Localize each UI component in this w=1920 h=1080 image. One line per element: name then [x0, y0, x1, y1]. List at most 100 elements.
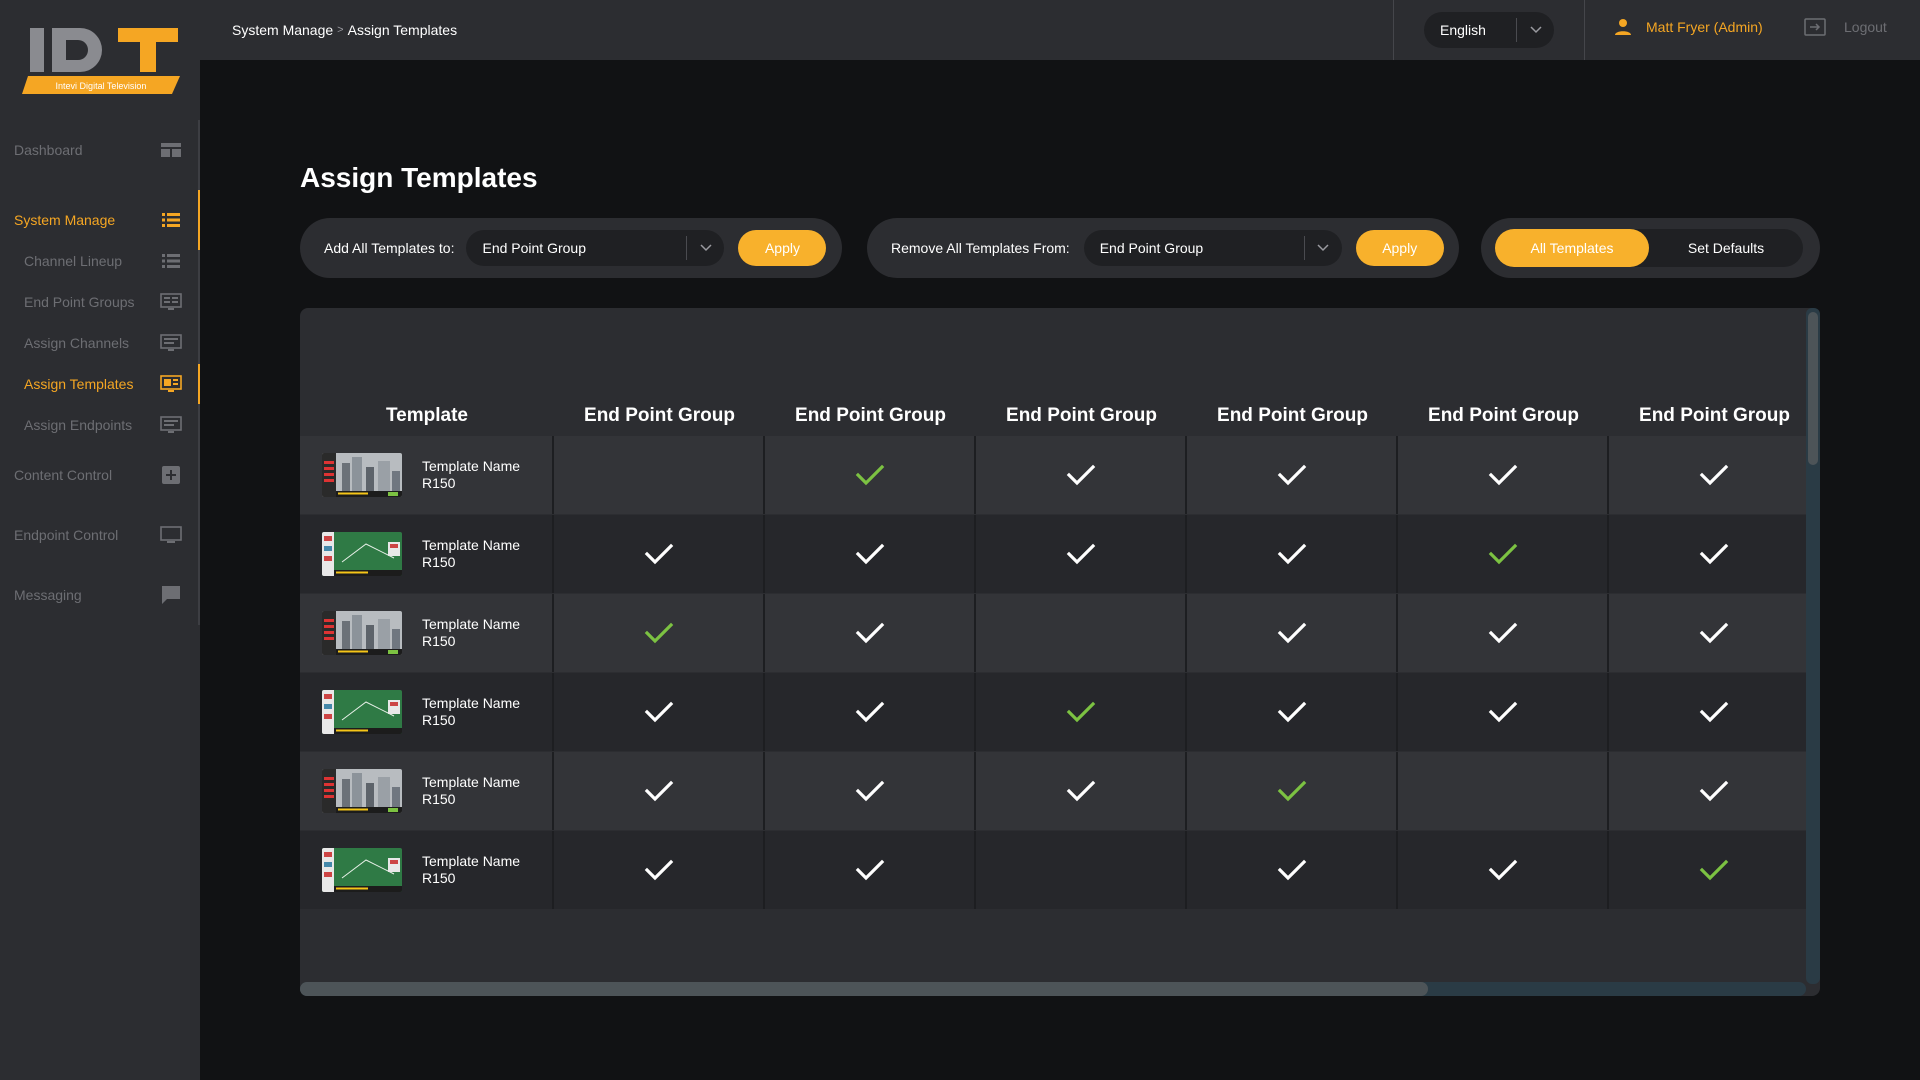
add-apply-button[interactable]: Apply	[738, 230, 827, 266]
check-icon[interactable]	[855, 700, 885, 724]
add-group-select[interactable]: End Point Group	[466, 230, 725, 266]
check-icon[interactable]	[1699, 700, 1729, 724]
table-header: Template End Point Group End Point Group En…	[300, 396, 1820, 436]
assignment-cell[interactable]	[554, 752, 765, 830]
sidebar-item-assign-templates[interactable]: Assign Templates	[0, 364, 200, 404]
assignment-cell[interactable]	[1609, 515, 1820, 593]
check-icon[interactable]	[1699, 542, 1729, 566]
assignment-cell[interactable]	[765, 436, 976, 514]
assignment-cell[interactable]	[554, 831, 765, 909]
assignment-cell[interactable]	[554, 515, 765, 593]
assignment-cell[interactable]	[765, 673, 976, 751]
default-check-icon[interactable]	[1699, 858, 1729, 882]
check-icon[interactable]	[1277, 542, 1307, 566]
default-check-icon[interactable]	[1277, 779, 1307, 803]
default-check-icon[interactable]	[1066, 700, 1096, 724]
check-icon[interactable]	[1277, 700, 1307, 724]
check-icon[interactable]	[644, 542, 674, 566]
assignment-cell[interactable]	[1398, 673, 1609, 751]
language-select[interactable]: English	[1424, 12, 1554, 48]
svg-text:Intevi Digital Television: Intevi Digital Television	[56, 81, 147, 91]
assignment-cell[interactable]	[1187, 673, 1398, 751]
assignment-cell[interactable]	[554, 436, 765, 514]
assignment-cell[interactable]	[1398, 831, 1609, 909]
check-icon[interactable]	[644, 858, 674, 882]
assignment-cell[interactable]	[1609, 436, 1820, 514]
sidebar-item-label: System Manage	[14, 212, 116, 228]
horizontal-scroll-thumb[interactable]	[300, 982, 1428, 996]
default-check-icon[interactable]	[1488, 542, 1518, 566]
template-cell: Template Name R150	[300, 673, 554, 751]
assignment-cell[interactable]	[1187, 436, 1398, 514]
default-check-icon[interactable]	[855, 463, 885, 487]
check-icon[interactable]	[855, 779, 885, 803]
table-row: Template Name R150	[300, 436, 1820, 514]
assignment-cell[interactable]	[976, 752, 1187, 830]
sidebar-item-messaging[interactable]: Messaging	[0, 575, 200, 615]
assignment-cell[interactable]	[554, 673, 765, 751]
check-icon[interactable]	[644, 700, 674, 724]
check-icon[interactable]	[855, 621, 885, 645]
check-icon[interactable]	[1277, 858, 1307, 882]
check-icon[interactable]	[1699, 621, 1729, 645]
assignment-cell[interactable]	[765, 752, 976, 830]
assignment-cell[interactable]	[765, 831, 976, 909]
assignment-cell[interactable]	[1187, 831, 1398, 909]
check-icon[interactable]	[855, 858, 885, 882]
assignment-cell[interactable]	[765, 594, 976, 672]
check-icon[interactable]	[644, 779, 674, 803]
assignment-cell[interactable]	[1187, 594, 1398, 672]
assignment-cell[interactable]	[1609, 831, 1820, 909]
assignment-cell[interactable]	[1398, 594, 1609, 672]
remove-apply-button[interactable]: Apply	[1355, 230, 1444, 266]
assignment-cell[interactable]	[976, 436, 1187, 514]
assignment-cell[interactable]	[1609, 752, 1820, 830]
check-icon[interactable]	[1066, 463, 1096, 487]
check-icon[interactable]	[1699, 463, 1729, 487]
default-check-icon[interactable]	[644, 621, 674, 645]
breadcrumb-system-manage[interactable]: System Manage	[232, 22, 333, 38]
assignment-cell[interactable]	[1187, 515, 1398, 593]
list-icon	[160, 252, 182, 270]
remove-group-select[interactable]: End Point Group	[1083, 230, 1342, 266]
chevron-down-icon	[686, 236, 724, 260]
assignment-cell[interactable]	[1187, 752, 1398, 830]
assignment-cell[interactable]	[765, 515, 976, 593]
check-icon[interactable]	[1066, 779, 1096, 803]
check-icon[interactable]	[1699, 779, 1729, 803]
check-icon[interactable]	[1066, 542, 1096, 566]
template-thumbnail	[322, 769, 402, 813]
sidebar-item-channel-lineup[interactable]: Channel Lineup	[0, 241, 200, 281]
assignment-cell[interactable]	[1398, 436, 1609, 514]
sidebar-item-assign-channels[interactable]: Assign Channels	[0, 323, 200, 363]
table-row: Template Name R150	[300, 752, 1820, 830]
assignment-cell[interactable]	[1398, 752, 1609, 830]
check-icon[interactable]	[1488, 700, 1518, 724]
assignment-cell[interactable]	[1609, 673, 1820, 751]
check-icon[interactable]	[1488, 858, 1518, 882]
assignment-cell[interactable]	[976, 594, 1187, 672]
assignment-cell[interactable]	[1398, 515, 1609, 593]
sidebar-item-dashboard[interactable]: Dashboard	[0, 130, 200, 170]
sidebar-item-label: End Point Groups	[24, 294, 135, 310]
assignment-cell[interactable]	[554, 594, 765, 672]
assignment-cell[interactable]	[1609, 594, 1820, 672]
check-icon[interactable]	[1277, 463, 1307, 487]
sidebar-item-content-control[interactable]: Content Control	[0, 455, 200, 495]
check-icon[interactable]	[1277, 621, 1307, 645]
idt-logo: Intevi Digital Television	[22, 28, 180, 94]
user-menu[interactable]: Matt Fryer (Admin)	[1614, 18, 1763, 36]
all-templates-option[interactable]: All Templates	[1495, 229, 1649, 267]
sidebar-item-assign-endpoints[interactable]: Assign Endpoints	[0, 405, 200, 445]
sidebar-item-endpoint-control[interactable]: Endpoint Control	[0, 515, 200, 555]
logout-button[interactable]: Logout	[1804, 18, 1887, 36]
assignment-cell[interactable]	[976, 515, 1187, 593]
assignment-cell[interactable]	[976, 673, 1187, 751]
check-icon[interactable]	[855, 542, 885, 566]
set-defaults-option[interactable]: Set Defaults	[1649, 229, 1803, 267]
vertical-scroll-thumb[interactable]	[1808, 312, 1818, 465]
sidebar-item-end-point-groups[interactable]: End Point Groups	[0, 282, 200, 322]
assignment-cell[interactable]	[976, 831, 1187, 909]
check-icon[interactable]	[1488, 621, 1518, 645]
check-icon[interactable]	[1488, 463, 1518, 487]
